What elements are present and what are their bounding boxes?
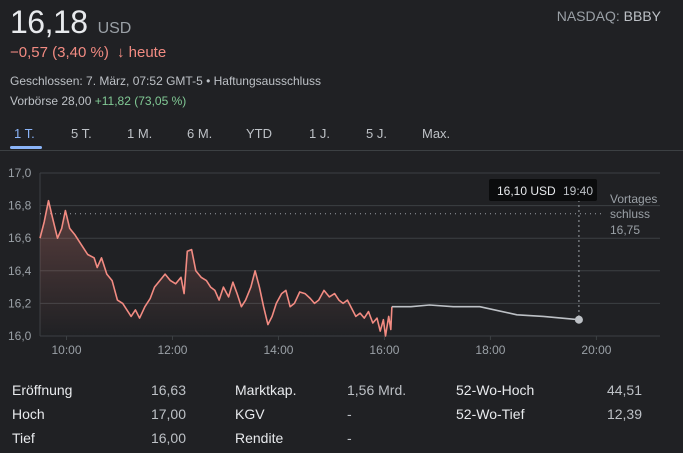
down-arrow-icon: ↓	[116, 44, 125, 61]
tab-1m[interactable]: 1 M.	[127, 126, 152, 141]
hover-marker-dot	[574, 315, 583, 324]
premarket-info: Vorbörse 28,00 +11,82 (73,05 %)	[10, 94, 186, 108]
stat-value: -	[347, 406, 352, 422]
x-tick-label: 16:00	[369, 343, 399, 357]
price-value: 16,18	[10, 4, 88, 40]
active-tab-indicator	[10, 146, 42, 149]
prev-close-value: 16,75	[610, 223, 640, 237]
y-tick-label: 16,8	[8, 199, 32, 213]
stat-value: 16,63	[150, 382, 186, 398]
price-chart[interactable]: 17,0 16,8 16,6 16,4 16,2 16,0 10:00 12:00 14:00 1…	[0, 158, 683, 363]
ticker-symbol: BBBY	[623, 8, 661, 24]
tooltip-value: 16,10 USD	[497, 184, 556, 198]
change-value: −0,57 (3,40 %)	[10, 44, 109, 61]
stat-label: KGV	[235, 406, 265, 422]
stat-value: 1,56 Mrd.	[347, 382, 407, 398]
tooltip-layer: 16,10 USD 19:40	[489, 179, 597, 201]
prev-close-line1: Vortages	[610, 192, 657, 206]
stat-value: 17,00	[150, 406, 186, 422]
stat-label: 52-Wo-Hoch	[456, 382, 535, 398]
price-display: 16,18 USD	[10, 4, 131, 41]
stat-value: 12,39	[606, 406, 642, 422]
tabs-divider	[0, 150, 683, 151]
prev-close-line2: schluss	[610, 207, 650, 221]
stat-label: Eröffnung	[12, 382, 73, 398]
area-layer	[40, 200, 392, 336]
y-tick-label: 16,6	[8, 231, 32, 245]
premarket-label: Vorbörse 28,00	[10, 94, 92, 108]
x-tick-label: 10:00	[51, 343, 81, 357]
premarket-change: +11,82 (73,05 %)	[94, 94, 187, 108]
stat-value: 16,00	[150, 430, 186, 446]
stats-row: Eröffnung 16,63 Marktkap. 1,56 Mrd. 52-W…	[0, 382, 683, 404]
stat-value: 44,51	[606, 382, 642, 398]
range-tabs: 1 T. 5 T. 1 M. 6 M. YTD 1 J. 5 J. Max.	[0, 126, 683, 152]
market-closed-info[interactable]: Geschlossen: 7. März, 07:52 GMT-5 • Haft…	[10, 74, 321, 88]
stat-label: Marktkap.	[235, 382, 297, 398]
tab-5y[interactable]: 5 J.	[366, 126, 387, 141]
x-tick-label: 12:00	[157, 343, 187, 357]
y-tick-label: 17,0	[8, 166, 32, 180]
after-hours-line	[391, 304, 579, 321]
tab-6m[interactable]: 6 M.	[187, 126, 212, 141]
tab-1y[interactable]: 1 J.	[309, 126, 330, 141]
x-tick-label: 20:00	[581, 343, 611, 357]
tab-1d[interactable]: 1 T.	[14, 126, 35, 141]
stats-row: Tief 16,00 Rendite -	[0, 430, 683, 452]
stats-row: Hoch 17,00 KGV - 52-Wo-Tief 12,39	[0, 406, 683, 428]
x-tick-label: 14:00	[263, 343, 293, 357]
tab-ytd[interactable]: YTD	[246, 126, 272, 141]
currency-label: USD	[97, 20, 132, 37]
x-tick-label: 18:00	[475, 343, 505, 357]
tab-5d[interactable]: 5 T.	[71, 126, 92, 141]
price-area-fill	[40, 200, 392, 336]
price-change: −0,57 (3,40 %) ↓ heute	[10, 44, 166, 61]
y-tick-label: 16,4	[8, 264, 32, 278]
stat-label: Rendite	[235, 430, 284, 446]
stat-label: Tief	[12, 430, 35, 446]
change-period: heute	[128, 44, 167, 61]
stat-value: -	[347, 430, 352, 446]
y-tick-label: 16,0	[8, 329, 32, 343]
exchange-prefix: NASDAQ:	[556, 8, 624, 24]
stat-label: Hoch	[12, 406, 45, 422]
tooltip-time: 19:40	[563, 184, 593, 198]
exchange-ticker: NASDAQ: BBBY	[557, 8, 661, 24]
stat-label: 52-Wo-Tief	[456, 406, 525, 422]
tab-max[interactable]: Max.	[422, 126, 450, 141]
y-tick-label: 16,2	[8, 296, 32, 310]
prev-close-label: Vortages schluss 16,75	[610, 192, 657, 237]
